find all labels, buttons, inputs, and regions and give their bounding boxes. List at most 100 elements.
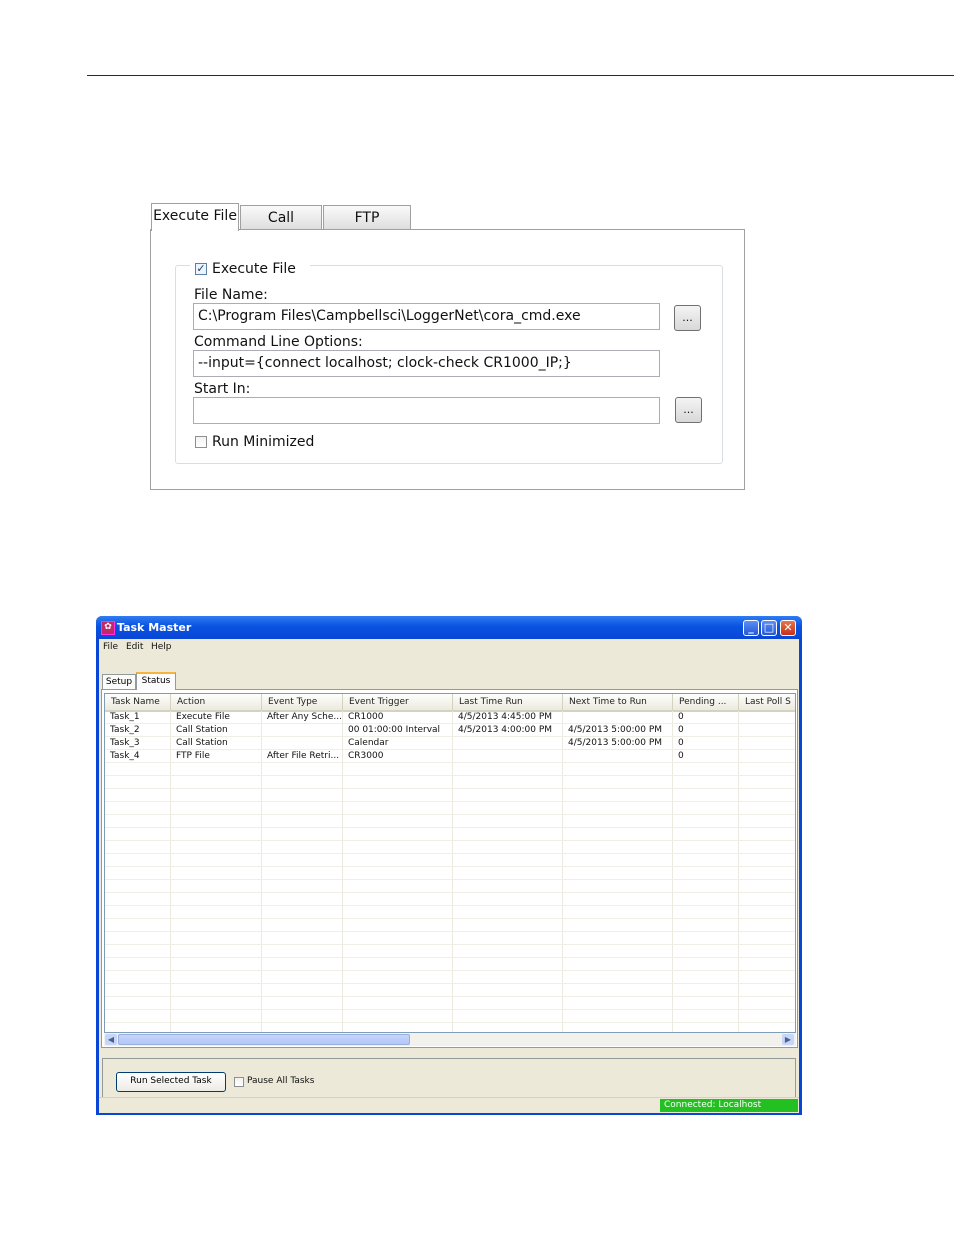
grid-row-line [105,853,795,854]
column-header[interactable]: Pending ... [673,694,739,712]
command-line-input[interactable]: --input={connect localhost; clock-check … [193,350,660,377]
grid-row-line [105,970,795,971]
grid-row-line [105,957,795,958]
table-cell: FTP File [176,751,210,761]
grid-row-line [105,840,795,841]
command-line-label: Command Line Options: [194,334,363,350]
column-header[interactable]: Last Time Run [453,694,563,712]
close-button[interactable]: ✕ [780,620,796,636]
grid-row-line [105,918,795,919]
tab-execute-file[interactable]: Execute File [151,203,239,231]
grid-row-line [105,814,795,815]
grid-row-line [105,1022,795,1023]
app-icon: ✿ [101,621,115,635]
tab-setup[interactable]: Setup [102,674,136,689]
table-cell: Calendar [348,738,389,748]
table-cell: Execute File [176,712,230,722]
grid-row-line [105,931,795,932]
grid-row-line [105,944,795,945]
run-minimized-label: Run Minimized [212,434,315,450]
table-cell: CR1000 [348,712,384,722]
grid-row-line [105,905,795,906]
title-bar[interactable]: ✿ Task Master _ □ ✕ [96,616,802,639]
column-header-label: Last Poll S [745,697,791,707]
status-pane: Task Name Action Event Type Event Trigger La… [101,689,798,1048]
table-cell: 4/5/2013 5:00:00 PM [568,738,663,748]
tab-ftp-settings[interactable]: FTP Settings [323,205,411,250]
grid-row-line [105,827,795,828]
run-minimized-checkbox[interactable] [195,436,207,448]
file-name-label: File Name: [194,287,268,303]
table-cell: Task_3 [110,738,140,748]
execute-file-label: Execute File [212,261,296,277]
scroll-right-icon[interactable]: ▶ [782,1034,794,1045]
column-header-label: Event Trigger [349,697,409,707]
table-cell: Call Station [176,738,228,748]
grid-row-line [105,892,795,893]
column-header[interactable]: Event Type [262,694,343,712]
horizontal-scrollbar[interactable]: ◀ ▶ [104,1033,796,1046]
table-row[interactable]: Task_4 FTP File After File Retri... CR3000 0 [105,750,795,763]
table-cell: 0 [678,751,684,761]
grid-row-line [105,1009,795,1010]
menu-help[interactable]: Help [151,642,172,652]
grid-row-line [105,879,795,880]
scroll-thumb[interactable] [118,1034,410,1045]
table-row[interactable]: Task_3 Call Station Calendar 4/5/2013 5:00:… [105,737,795,750]
grid-row-line [105,996,795,997]
grid-header: Task Name Action Event Type Event Trigger La… [105,694,795,712]
table-cell: CR3000 [348,751,384,761]
column-header-label: Action [177,697,206,707]
table-cell: 4/5/2013 4:00:00 PM [458,725,553,735]
grid-body: Task_1 Execute File After Any Sche... CR100… [105,711,795,1032]
table-cell: 0 [678,712,684,722]
column-header[interactable]: Last Poll S [739,694,795,712]
run-selected-task-button[interactable]: Run Selected Task [116,1072,226,1092]
table-cell: Task_4 [110,751,140,761]
column-header[interactable]: Action [171,694,262,712]
table-cell: 0 [678,725,684,735]
start-in-browse-button[interactable]: ... [675,397,702,423]
table-row[interactable]: Task_2 Call Station 00 01:00:00 Interval 4/… [105,724,795,737]
maximize-button[interactable]: □ [761,620,777,636]
connection-status: Connected: Localhost [660,1099,798,1112]
scroll-left-icon[interactable]: ◀ [105,1034,117,1045]
file-name-input[interactable]: C:\Program Files\Campbellsci\LoggerNet\c… [193,303,660,330]
task-grid[interactable]: Task Name Action Event Type Event Trigger La… [104,693,796,1033]
table-cell: 00 01:00:00 Interval [348,725,441,735]
execute-file-checkbox[interactable]: ✓ [195,263,207,275]
execute-file-panel: ✓ Execute File File Name: C:\Program Fil… [150,229,745,490]
menu-file[interactable]: File [103,642,118,652]
page-header-rule [87,75,954,76]
table-cell: 4/5/2013 5:00:00 PM [568,725,663,735]
status-bar: Connected: Localhost [99,1097,799,1113]
column-header[interactable]: Event Trigger [343,694,453,712]
execute-file-groupbox: ✓ Execute File File Name: C:\Program Fil… [175,257,723,464]
column-header[interactable]: Task Name [105,694,171,712]
task-master-window: ✿ Task Master _ □ ✕ File Edit Help Setup… [96,616,802,1115]
menu-edit[interactable]: Edit [126,642,143,652]
execute-file-dialog: Execute File Call Station FTP Settings ✓… [150,203,745,490]
window-client: File Edit Help Setup Status Task Name Act… [99,639,799,1113]
menu-bar: File Edit Help [99,639,799,655]
table-row[interactable]: Task_1 Execute File After Any Sche... CR100… [105,711,795,724]
column-header-label: Pending ... [679,697,727,707]
tab-status[interactable]: Status [136,672,176,690]
table-cell: Task_2 [110,725,140,735]
table-cell: After File Retri... [267,751,340,761]
grid-row-line [105,866,795,867]
start-in-input[interactable] [193,397,660,424]
column-header-label: Task Name [111,697,160,707]
column-header-label: Event Type [268,697,318,707]
table-cell: 0 [678,738,684,748]
tab-call-station[interactable]: Call Station [240,205,322,250]
minimize-button[interactable]: _ [743,620,759,636]
start-in-label: Start In: [194,381,251,397]
pause-all-tasks-checkbox[interactable] [234,1077,244,1087]
table-cell: Task_1 [110,712,140,722]
grid-row-line [105,801,795,802]
file-name-browse-button[interactable]: ... [674,305,701,331]
table-cell: 4/5/2013 4:45:00 PM [458,712,553,722]
grid-row-line [105,983,795,984]
column-header[interactable]: Next Time to Run [563,694,673,712]
